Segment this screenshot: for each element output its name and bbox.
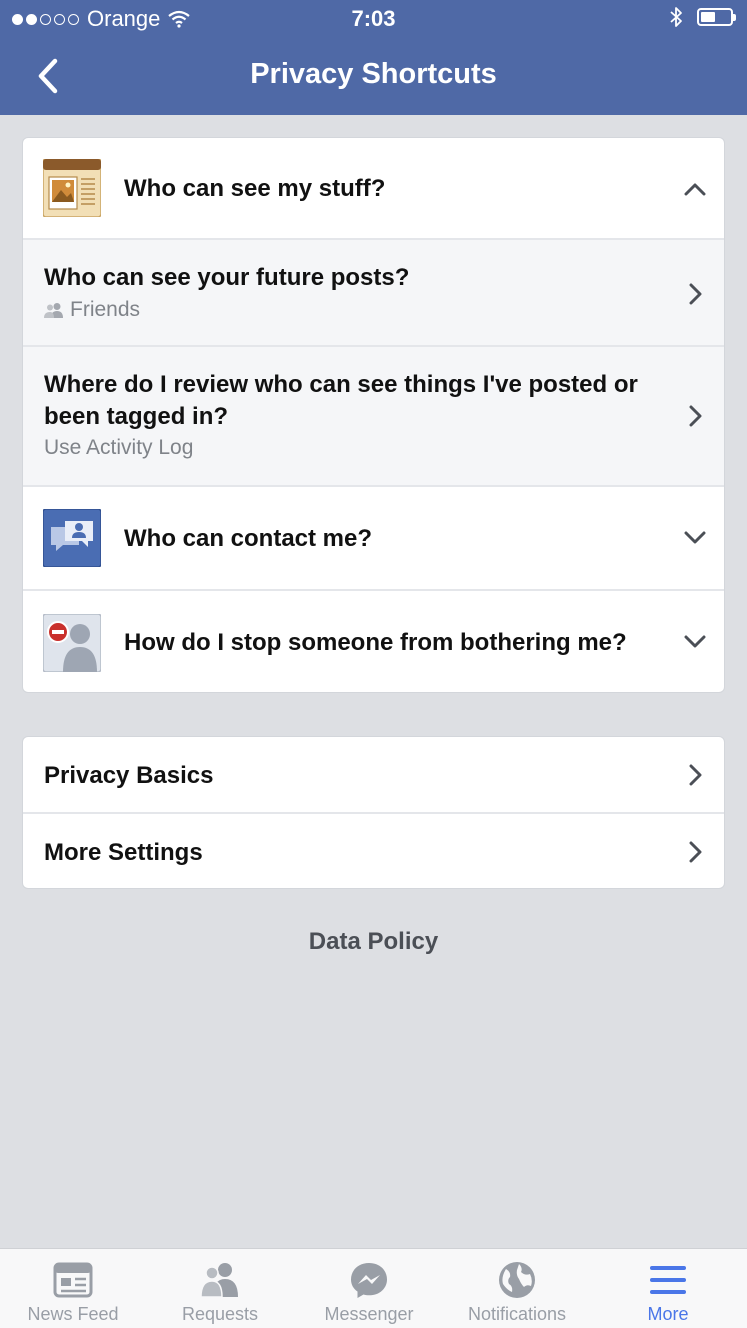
section-title: Who can see my stuff? bbox=[124, 175, 386, 202]
requests-icon bbox=[200, 1263, 238, 1298]
activity-log-label: Use Activity Log bbox=[44, 436, 194, 459]
chevron-right-icon bbox=[689, 405, 702, 427]
privacy-shortcuts-card: Who can see my stuff? Who can see your f… bbox=[22, 137, 725, 693]
shortcut-item-meta: Use Activity Log bbox=[44, 436, 193, 460]
tab-more[interactable]: More bbox=[603, 1249, 733, 1328]
more-settings-link[interactable]: More Settings bbox=[23, 814, 724, 888]
section-who-can-see-my-stuff[interactable]: Who can see my stuff? bbox=[23, 138, 724, 240]
messenger-icon bbox=[351, 1263, 387, 1298]
shortcut-item-meta: Friends bbox=[44, 298, 140, 322]
tab-messenger[interactable]: Messenger bbox=[304, 1249, 434, 1328]
notifications-globe-icon bbox=[499, 1262, 535, 1298]
tab-notifications[interactable]: Notifications bbox=[452, 1249, 582, 1328]
privacy-basics-label: Privacy Basics bbox=[44, 762, 214, 789]
my-stuff-icon bbox=[43, 159, 101, 217]
shortcut-item-future-posts[interactable]: Who can see your future posts? Friends bbox=[23, 240, 724, 347]
block-user-icon bbox=[43, 614, 101, 672]
bluetooth-icon bbox=[670, 7, 682, 27]
more-settings-label: More Settings bbox=[44, 839, 203, 866]
news-feed-icon bbox=[53, 1262, 93, 1298]
friends-icon bbox=[44, 303, 63, 318]
shortcut-item-title: Where do I review who can see things I'v… bbox=[44, 371, 638, 430]
shortcut-item-activity-log[interactable]: Where do I review who can see things I'v… bbox=[23, 347, 724, 487]
privacy-links-card: Privacy Basics More Settings bbox=[22, 736, 725, 889]
chevron-down-icon bbox=[684, 635, 706, 648]
tab-label: Notifications bbox=[467, 1304, 567, 1324]
navigation-bar: Privacy Shortcuts bbox=[0, 40, 747, 115]
status-bar: Orange 7:03 bbox=[0, 0, 747, 40]
status-time: 7:03 bbox=[351, 6, 396, 31]
data-policy-link[interactable]: Data Policy bbox=[0, 928, 747, 956]
chevron-right-icon bbox=[689, 764, 702, 786]
section-who-can-contact-me[interactable]: Who can contact me? bbox=[23, 487, 724, 591]
page-title: Privacy Shortcuts bbox=[250, 58, 497, 90]
menu-icon bbox=[650, 1266, 686, 1294]
section-title: Who can contact me? bbox=[124, 525, 373, 552]
section-title: How do I stop someone from bothering me? bbox=[124, 629, 627, 656]
section-stop-bothering-me[interactable]: How do I stop someone from bothering me? bbox=[23, 591, 724, 692]
tab-news-feed[interactable]: News Feed bbox=[8, 1249, 138, 1328]
tab-label: More bbox=[647, 1304, 689, 1324]
tab-requests[interactable]: Requests bbox=[155, 1249, 285, 1328]
chevron-down-icon bbox=[684, 531, 706, 544]
tab-label: Requests bbox=[181, 1304, 259, 1324]
tab-label: News Feed bbox=[27, 1304, 119, 1324]
privacy-basics-link[interactable]: Privacy Basics bbox=[23, 737, 724, 814]
tab-label: Messenger bbox=[324, 1304, 414, 1324]
tab-bar: News Feed Requests Messenger Notificatio… bbox=[0, 1248, 747, 1328]
audience-label: Friends bbox=[70, 298, 141, 321]
contact-icon bbox=[43, 509, 101, 567]
shortcut-item-title: Who can see your future posts? bbox=[44, 264, 410, 291]
top-bar: Orange 7:03 Privacy Shortcuts bbox=[0, 0, 747, 115]
chevron-right-icon bbox=[689, 841, 702, 863]
chevron-up-icon bbox=[684, 183, 706, 196]
battery-icon bbox=[697, 8, 736, 26]
chevron-right-icon bbox=[689, 283, 702, 305]
